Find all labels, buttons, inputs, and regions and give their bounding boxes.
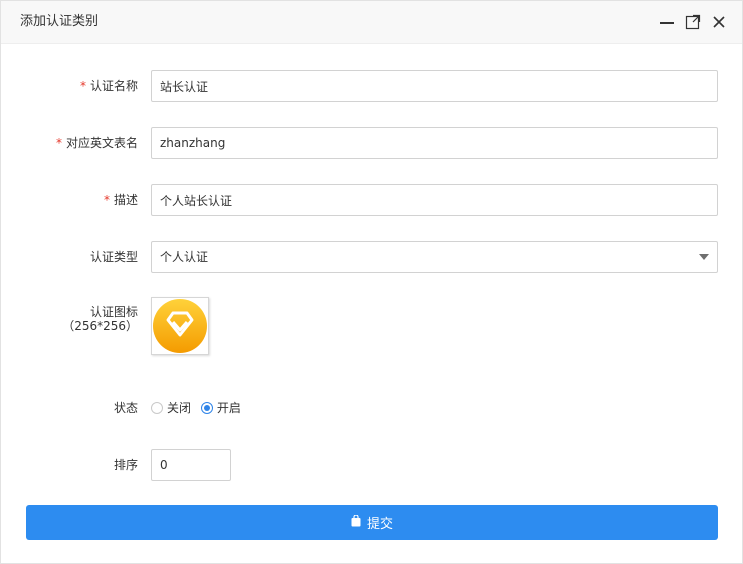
- required-mark: *: [55, 136, 62, 150]
- sort-input[interactable]: [151, 449, 231, 481]
- status-radio-group: 关闭 开启: [151, 399, 247, 417]
- auth-icon-upload[interactable]: [151, 297, 209, 355]
- form-row-icon: 认证图标 （256*256）: [1, 303, 742, 363]
- icon-label: 认证图标 （256*256）: [62, 305, 138, 333]
- status-on-label: 开启: [216, 401, 241, 415]
- table-label: * 对应英文表名: [55, 136, 138, 150]
- form-row-table: * 对应英文表名: [1, 127, 742, 159]
- form-row-sort: 排序: [1, 449, 742, 481]
- chevron-down-icon: [699, 254, 709, 260]
- diamond-icon: [153, 299, 207, 353]
- form-row-status: 状态: [1, 399, 742, 417]
- sort-label: 排序: [113, 458, 138, 472]
- icon-size-hint: （256*256）: [62, 319, 138, 333]
- status-off-radio[interactable]: 关闭: [151, 399, 191, 416]
- status-off-label: 关闭: [167, 401, 192, 415]
- desc-label: * 描述: [103, 193, 138, 207]
- status-on-radio[interactable]: 开启: [200, 399, 241, 416]
- type-label: 认证类型: [89, 250, 138, 264]
- auth-name-input[interactable]: [151, 70, 718, 102]
- close-icon[interactable]: [711, 14, 727, 30]
- form-row-name: * 认证名称: [1, 70, 742, 102]
- form-row-desc: * 描述: [1, 184, 742, 216]
- auth-type-select[interactable]: 个人认证: [151, 241, 718, 273]
- status-label: 状态: [113, 401, 138, 415]
- description-input[interactable]: [151, 184, 718, 216]
- radio-circle: [151, 401, 163, 414]
- dialog-title: 添加认证类别: [20, 14, 99, 29]
- required-mark: *: [103, 193, 110, 207]
- add-auth-category-dialog: 添加认证类别 *认证名称 *对应英文表名: [0, 0, 743, 564]
- required-mark: *: [79, 79, 86, 93]
- bag-icon: [351, 513, 361, 531]
- maximize-icon[interactable]: [685, 14, 701, 30]
- submit-label: 提交: [366, 517, 393, 532]
- submit-button[interactable]: 提交: [26, 505, 718, 540]
- auth-type-value: 个人认证: [160, 250, 209, 264]
- form-row-type: 认证类型 个人认证: [1, 241, 742, 273]
- radio-circle-checked: [200, 401, 213, 414]
- name-label: * 认证名称: [79, 79, 138, 93]
- minimize-icon[interactable]: [659, 14, 675, 30]
- dialog-titlebar: 添加认证类别: [1, 1, 742, 44]
- table-name-input[interactable]: [151, 127, 718, 159]
